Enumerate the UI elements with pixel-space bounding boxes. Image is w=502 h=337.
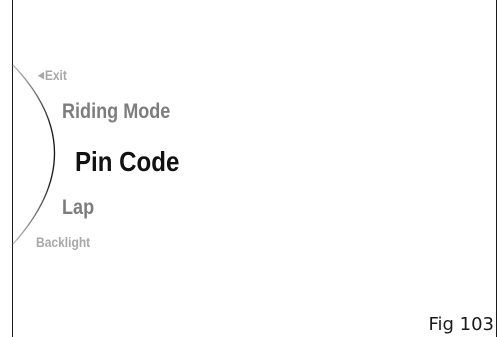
- menu-item-pin-code[interactable]: Pin Code: [75, 146, 179, 178]
- exit-label: Exit: [44, 67, 67, 83]
- menu-item-exit[interactable]: ◀Exit: [38, 67, 67, 83]
- menu-item-lap[interactable]: Lap: [62, 196, 94, 220]
- menu-item-backlight[interactable]: Backlight: [36, 234, 90, 250]
- triangle-left-icon: ◀: [38, 70, 44, 80]
- menu-item-riding-mode[interactable]: Riding Mode: [62, 100, 170, 124]
- menu-arc-line: [12, 64, 55, 245]
- figure-label: Fig 103: [428, 314, 494, 335]
